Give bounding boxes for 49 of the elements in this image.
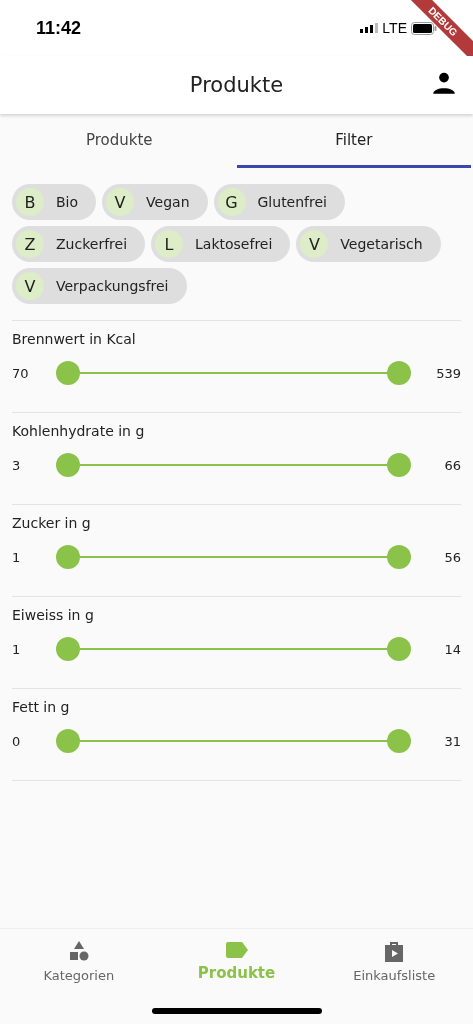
- filter-label: Fett in g: [12, 699, 71, 715]
- filter-chip[interactable]: Z Zuckerfrei: [12, 226, 146, 262]
- status-time: 11:42: [36, 17, 82, 39]
- slider-thumb[interactable]: [56, 545, 80, 569]
- filter-chip[interactable]: V Vegetarisch: [296, 226, 441, 262]
- slider-thumb[interactable]: [56, 453, 80, 477]
- filter-label: Brennwert in Kcal: [12, 331, 137, 347]
- max-value: 66: [443, 457, 461, 473]
- slider-thumb[interactable]: [56, 729, 80, 753]
- min-value: 70: [12, 365, 30, 381]
- filter-label: Zucker in g: [12, 515, 92, 531]
- chip-avatar: V: [106, 188, 135, 216]
- chip-avatar: B: [16, 188, 44, 216]
- filter-chip[interactable]: B Bio: [12, 184, 97, 220]
- filter-label: Eiweiss in g: [12, 607, 95, 623]
- chip-avatar: V: [300, 230, 329, 258]
- min-value: 0: [12, 733, 22, 749]
- tab[interactable]: Produkte: [2, 114, 237, 168]
- chip-avatar: Z: [16, 230, 44, 258]
- filter-chip[interactable]: L Laktosefrei: [151, 226, 291, 262]
- tab[interactable]: Filter: [236, 114, 471, 168]
- slider-thumb[interactable]: [387, 729, 411, 753]
- slider-thumb[interactable]: [387, 361, 411, 385]
- min-value: 1: [12, 549, 22, 565]
- min-value: 1: [12, 641, 22, 657]
- label-icon: [224, 940, 249, 960]
- max-value: 56: [443, 549, 461, 565]
- nav-item[interactable]: Einkaufsliste: [315, 939, 473, 984]
- signal-icon: [360, 23, 379, 33]
- min-value: 3: [12, 457, 22, 473]
- max-value: 31: [443, 733, 461, 749]
- chip-avatar: V: [16, 272, 44, 300]
- account-icon[interactable]: [431, 70, 457, 96]
- filter-chip[interactable]: V Vegan: [102, 184, 208, 220]
- slider-thumb[interactable]: [387, 453, 411, 477]
- max-value: 539: [435, 365, 461, 381]
- max-value: 14: [443, 641, 461, 657]
- slider-thumb[interactable]: [387, 637, 411, 661]
- filter-chip[interactable]: G Glutenfrei: [213, 184, 345, 220]
- filter-chip[interactable]: V Verpackungsfrei: [12, 268, 187, 304]
- filter-label: Kohlenhydrate in g: [12, 423, 146, 439]
- slider-thumb[interactable]: [56, 361, 80, 385]
- slider-thumb[interactable]: [387, 545, 411, 569]
- page-title: Produkte: [189, 73, 284, 97]
- network-label: LTE: [382, 20, 407, 36]
- nav-item[interactable]: Kategorien: [0, 939, 158, 984]
- chip-avatar: L: [155, 230, 184, 258]
- slider-thumb[interactable]: [56, 637, 80, 661]
- chip-avatar: G: [217, 188, 246, 216]
